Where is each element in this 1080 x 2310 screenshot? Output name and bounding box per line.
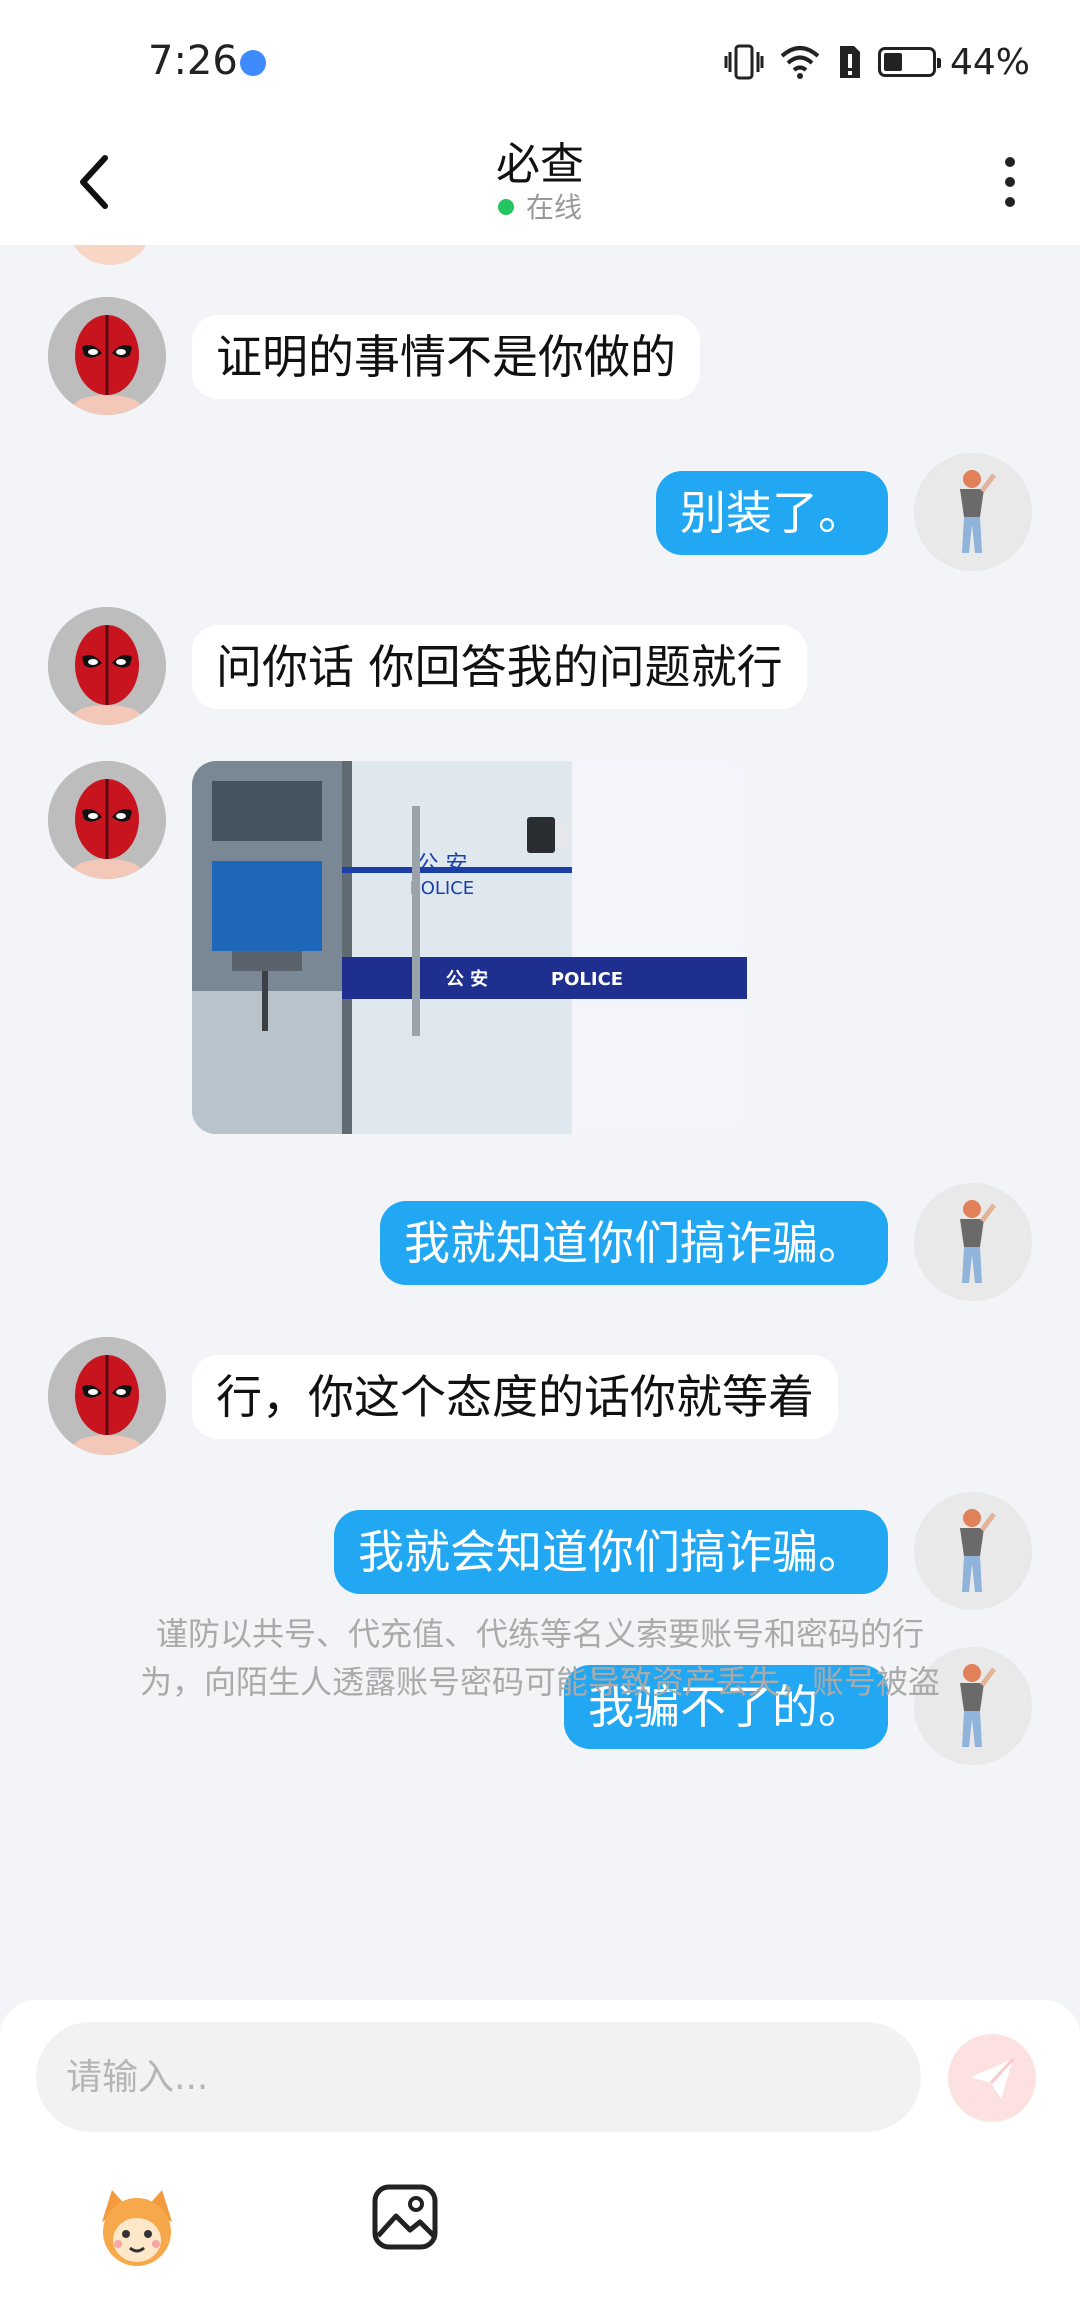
- message-bubble[interactable]: 我就知道你们搞诈骗。: [380, 1201, 888, 1285]
- status-time: 7:26: [148, 38, 238, 84]
- my-avatar[interactable]: [914, 1183, 1032, 1301]
- avatar[interactable]: [70, 245, 150, 265]
- status-icons: 44%: [724, 41, 1030, 83]
- masked-hero-avatar-icon: [48, 1337, 166, 1455]
- photo-stripe-cn: 公 安: [446, 968, 488, 990]
- paper-plane-icon: [971, 2057, 1015, 2099]
- wifi-icon: [780, 46, 820, 79]
- more-dot-icon: [1005, 157, 1015, 167]
- mascot-sticker-icon: [102, 2190, 172, 2266]
- message-bubble[interactable]: 别装了。: [656, 471, 888, 555]
- image-gallery-icon: [372, 2184, 438, 2250]
- online-status: 在线: [0, 186, 1080, 226]
- network-indicator-icon: [240, 50, 266, 76]
- other-avatar[interactable]: [48, 297, 166, 415]
- send-button[interactable]: [948, 2034, 1036, 2122]
- chat-title: 必查: [496, 139, 584, 190]
- more-dot-icon: [1005, 177, 1015, 187]
- character-avatar-icon: [914, 1183, 1032, 1301]
- sim-alert-icon: [839, 46, 860, 78]
- sticker-button[interactable]: [92, 2182, 182, 2272]
- my-avatar[interactable]: [914, 453, 1032, 571]
- image-picker-button[interactable]: [370, 2182, 440, 2252]
- message-bubble[interactable]: 证明的事情不是你做的: [192, 315, 700, 399]
- battery-percent: 44%: [949, 41, 1030, 83]
- police-door-photo: 公 安 POLICE 公 安 POLICE: [192, 761, 747, 1134]
- safety-notice: 谨防以共号、代充值、代练等名义索要账号和密码的行 为，向陌生人透露账号密码可能导…: [60, 1610, 1020, 1706]
- my-avatar[interactable]: [914, 1492, 1032, 1610]
- composer: [0, 2000, 1080, 2310]
- masked-hero-avatar-icon: [48, 297, 166, 415]
- message-list[interactable]: 证明的事情不是你做的 别装了。 问你话 你回答我的问题就行 公 安 POLICE…: [0, 245, 1080, 2000]
- masked-hero-avatar-icon: [48, 607, 166, 725]
- masked-hero-avatar-icon: [48, 761, 166, 879]
- vibrate-icon: [724, 44, 764, 80]
- more-dot-icon: [1005, 197, 1015, 207]
- message-bubble[interactable]: 我就会知道你们搞诈骗。: [334, 1510, 888, 1594]
- other-avatar[interactable]: [48, 607, 166, 725]
- message-photo[interactable]: 公 安 POLICE 公 安 POLICE: [192, 761, 747, 1134]
- other-avatar[interactable]: [48, 1337, 166, 1455]
- battery-icon: [877, 47, 941, 77]
- message-bubble[interactable]: 问你话 你回答我的问题就行: [192, 625, 807, 709]
- message-input[interactable]: [36, 2022, 921, 2132]
- online-status-label: 在线: [525, 191, 582, 224]
- safety-notice-line: 为，向陌生人透露账号密码可能导致资产丢失，账号被盗: [139, 1663, 940, 1701]
- other-avatar[interactable]: [48, 761, 166, 879]
- online-dot-icon: [497, 199, 514, 215]
- chat-header: 必查 在线: [0, 120, 1080, 245]
- photo-sign-cn: 公 安: [417, 852, 468, 877]
- photo-stripe-en: POLICE: [551, 969, 623, 990]
- status-bar: 7:26 44%: [0, 0, 1080, 120]
- message-bubble[interactable]: 行，你这个态度的话你就等着: [192, 1355, 838, 1439]
- character-avatar-icon: [914, 1492, 1032, 1610]
- more-options-button[interactable]: [980, 142, 1040, 222]
- safety-notice-line: 谨防以共号、代充值、代练等名义索要账号和密码的行: [155, 1615, 924, 1653]
- character-avatar-icon: [914, 453, 1032, 571]
